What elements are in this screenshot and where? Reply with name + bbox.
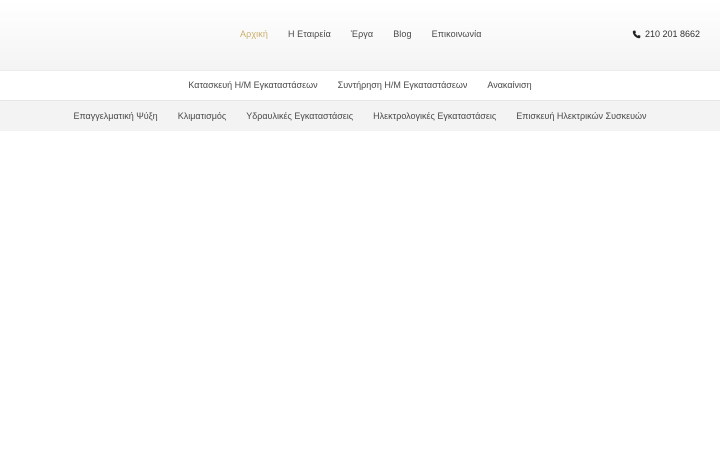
nav-blog-link[interactable]: Blog	[393, 28, 411, 40]
service-electrical-link[interactable]: Ηλεκτρολογικές Εγκαταστάσεις	[373, 110, 496, 122]
page: Αρχική Η Εταιρεία Έργα Blog Επικοινωνία …	[0, 0, 720, 450]
service-appliance-repair-link[interactable]: Επισκευή Ηλεκτρικών Συσκευών	[516, 110, 646, 122]
nav-projects-link[interactable]: Έργα	[351, 28, 373, 40]
services-menu-primary: Κατασκευή Η/Μ Εγκαταστάσεων Συντήρηση Η/…	[0, 71, 720, 99]
service-construction-link[interactable]: Κατασκευή Η/Μ Εγκαταστάσεων	[188, 79, 317, 91]
nav-home-link[interactable]: Αρχική	[240, 28, 268, 40]
service-refrigeration-link[interactable]: Επαγγελματική Ψύξη	[73, 110, 157, 122]
service-renovation-link[interactable]: Ανακαίνιση	[487, 79, 531, 91]
phone-contact[interactable]: 210 201 8662	[632, 28, 700, 40]
service-air-conditioning-link[interactable]: Κλιματισμός	[178, 110, 227, 122]
phone-icon	[632, 30, 641, 38]
service-maintenance-link[interactable]: Συντήρηση Η/Μ Εγκαταστάσεων	[338, 79, 468, 91]
nav-contact-link[interactable]: Επικοινωνία	[432, 28, 482, 40]
nav-company-link[interactable]: Η Εταιρεία	[288, 28, 331, 40]
top-header: Αρχική Η Εταιρεία Έργα Blog Επικοινωνία …	[0, 0, 720, 71]
main-content-area	[0, 131, 720, 450]
service-plumbing-link[interactable]: Υδραυλικές Εγκαταστάσεις	[246, 110, 353, 122]
phone-number[interactable]: 210 201 8662	[645, 28, 700, 40]
services-menu-secondary: Επαγγελματική Ψύξη Κλιματισμός Υδραυλικέ…	[0, 100, 720, 132]
main-navigation: Αρχική Η Εταιρεία Έργα Blog Επικοινωνία	[240, 28, 502, 40]
